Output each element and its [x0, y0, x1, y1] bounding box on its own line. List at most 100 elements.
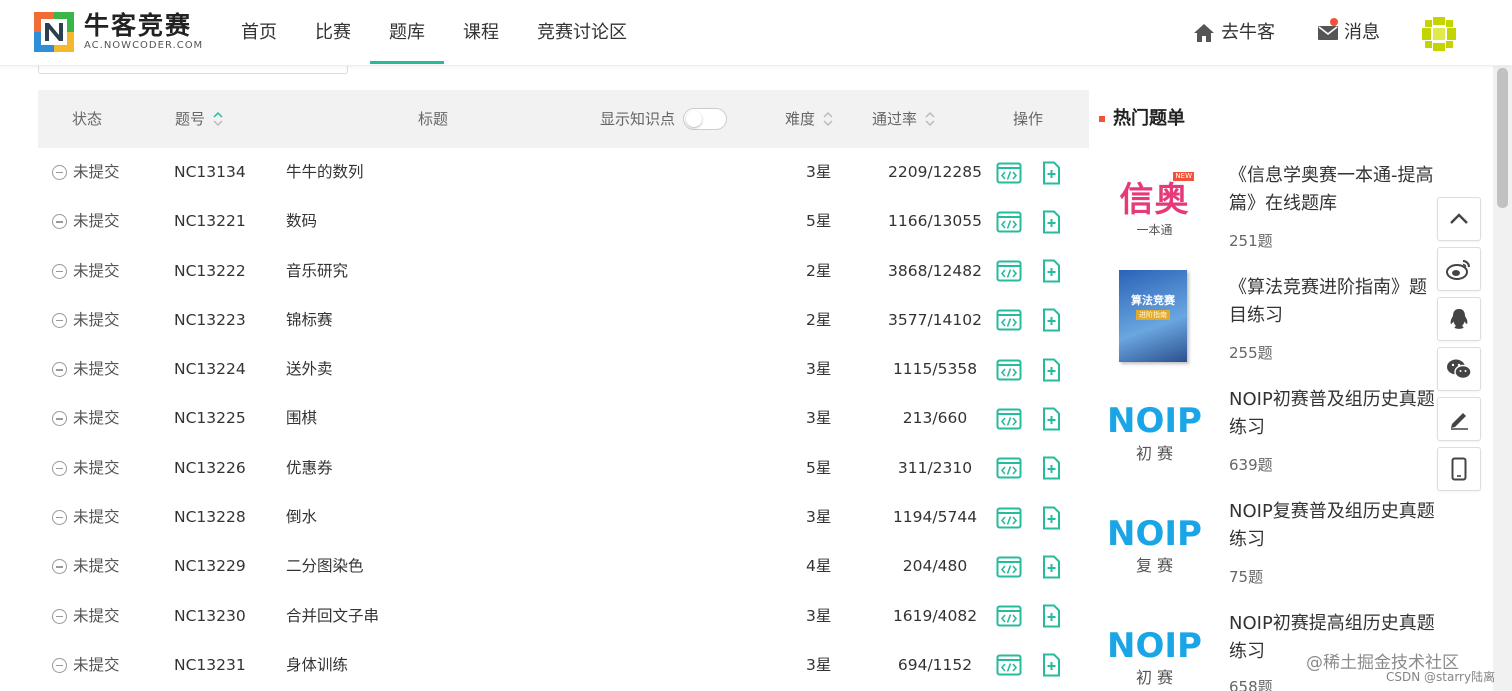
code-editor-icon[interactable] [996, 604, 1022, 628]
table-row[interactable]: 未提交 NC13230 合并回文子串 3星 1619/4082 [38, 592, 1089, 641]
brand-logo[interactable]: 牛客竞赛 AC.NOWCODER.COM [34, 12, 203, 52]
header-id[interactable]: 题号 [175, 90, 223, 148]
mobile-app-button[interactable] [1437, 447, 1481, 491]
row-problem-id[interactable]: NC13230 [174, 592, 246, 641]
row-problem-title[interactable]: 身体训练 [286, 641, 348, 690]
hot-cover-xinao: 信奥 NEW 一本通 [1107, 162, 1202, 257]
nav-discussion[interactable]: 竞赛讨论区 [518, 0, 646, 66]
code-editor-icon[interactable] [996, 407, 1022, 431]
add-to-list-icon[interactable] [1038, 456, 1064, 480]
row-problem-title[interactable]: 送外卖 [286, 345, 333, 394]
user-avatar[interactable] [1420, 15, 1458, 53]
row-problem-title[interactable]: 合并回文子串 [286, 592, 379, 641]
nav-contests[interactable]: 比赛 [296, 0, 370, 66]
row-problem-title[interactable]: 倒水 [286, 493, 317, 542]
add-to-list-icon[interactable] [1038, 555, 1064, 579]
hot-list-name[interactable]: NOIP复赛普及组历史真题练习 [1229, 498, 1439, 554]
code-editor-icon[interactable] [996, 161, 1022, 185]
go-nowcoder-link[interactable]: 去牛客 [1193, 0, 1275, 66]
add-to-list-icon[interactable] [1038, 308, 1064, 332]
hot-list-name[interactable]: NOIP初赛普及组历史真题练习 [1229, 386, 1439, 442]
row-problem-id[interactable]: NC13222 [174, 247, 246, 296]
row-problem-id[interactable]: NC13229 [174, 542, 246, 591]
code-editor-icon[interactable] [996, 506, 1022, 530]
row-problem-id[interactable]: NC13225 [174, 394, 246, 443]
hot-list-item[interactable]: NOIP 复 赛 NOIP复赛普及组历史真题练习 75题 [1099, 498, 1439, 608]
row-problem-title[interactable]: 围棋 [286, 394, 317, 443]
row-actions [996, 592, 1064, 641]
code-editor-icon[interactable] [996, 653, 1022, 677]
table-row[interactable]: 未提交 NC13134 牛牛的数列 3星 2209/12285 [38, 148, 1089, 197]
code-editor-icon[interactable] [996, 358, 1022, 382]
add-to-list-icon[interactable] [1038, 506, 1064, 530]
nav-home[interactable]: 首页 [222, 0, 296, 66]
row-problem-id[interactable]: NC13226 [174, 444, 246, 493]
code-editor-icon[interactable] [996, 210, 1022, 234]
add-to-list-icon[interactable] [1038, 259, 1064, 283]
add-to-list-icon[interactable] [1038, 653, 1064, 677]
code-editor-icon[interactable] [996, 555, 1022, 579]
add-to-list-icon[interactable] [1038, 407, 1064, 431]
row-problem-id[interactable]: NC13224 [174, 345, 246, 394]
hot-list-item[interactable]: 算法竞赛 进阶指南 《算法竞赛进阶指南》题目练习 255题 [1099, 270, 1439, 384]
row-problem-id[interactable]: NC13228 [174, 493, 246, 542]
hot-list-item[interactable]: NOIP 初 赛 NOIP初赛普及组历史真题练习 639题 [1099, 386, 1439, 496]
row-problem-id[interactable]: NC13223 [174, 296, 246, 345]
nav-problem-bank[interactable]: 题库 [370, 0, 444, 66]
row-problem-title[interactable]: 数码 [286, 197, 317, 246]
add-to-list-icon[interactable] [1038, 210, 1064, 234]
row-actions [996, 197, 1064, 246]
share-weibo-button[interactable] [1437, 247, 1481, 291]
row-status: 未提交 [52, 493, 120, 542]
header-difficulty[interactable]: 难度 [785, 90, 833, 148]
knowledge-toggle-switch[interactable] [683, 108, 728, 130]
row-problem-title[interactable]: 优惠券 [286, 444, 333, 493]
hot-list-item[interactable]: 信奥 NEW 一本通 《信息学奥赛一本通-提高篇》在线题库 251题 [1099, 162, 1439, 272]
table-row[interactable]: 未提交 NC13224 送外卖 3星 1115/5358 [38, 345, 1089, 394]
not-submitted-icon [52, 411, 67, 427]
table-row[interactable]: 未提交 NC13223 锦标赛 2星 3577/14102 [38, 296, 1089, 345]
add-to-list-icon[interactable] [1038, 358, 1064, 382]
nav-courses[interactable]: 课程 [444, 0, 518, 66]
table-row[interactable]: 未提交 NC13226 优惠券 5星 311/2310 [38, 444, 1089, 493]
share-wechat-button[interactable] [1437, 347, 1481, 391]
messages-link[interactable]: 消息 [1318, 0, 1380, 66]
feedback-edit-icon [1451, 413, 1468, 430]
row-problem-id[interactable]: NC13134 [174, 148, 246, 197]
hot-problem-lists: 热门题单 信奥 NEW 一本通 《信息学奥赛一本通-提高篇》在线题库 251题 … [1099, 90, 1439, 691]
table-body: 未提交 NC13134 牛牛的数列 3星 2209/12285 未提交 NC13… [38, 148, 1089, 690]
row-difficulty: 3星 [806, 655, 832, 674]
hot-list-name[interactable]: 《信息学奥赛一本通-提高篇》在线题库 [1229, 162, 1439, 218]
row-problem-title[interactable]: 牛牛的数列 [286, 148, 364, 197]
back-to-top-button[interactable] [1437, 197, 1481, 241]
row-problem-title[interactable]: 二分图染色 [286, 542, 364, 591]
row-problem-title[interactable]: 音乐研究 [286, 247, 348, 296]
row-difficulty: 5星 [806, 458, 832, 477]
add-to-list-icon[interactable] [1038, 604, 1064, 628]
header-pass-rate[interactable]: 通过率 [872, 90, 935, 148]
scrollbar-thumb[interactable] [1497, 68, 1508, 208]
table-row[interactable]: 未提交 NC13228 倒水 3星 1194/5744 [38, 493, 1089, 542]
nowcoder-logo-icon [34, 12, 74, 52]
code-editor-icon[interactable] [996, 456, 1022, 480]
code-editor-icon[interactable] [996, 259, 1022, 283]
hot-list-count: 255题 [1229, 344, 1273, 362]
page: 牛客竞赛 AC.NOWCODER.COM 首页 比赛 题库 课程 竞赛讨论区 去… [0, 0, 1512, 691]
share-qq-button[interactable] [1437, 297, 1481, 341]
code-editor-icon[interactable] [996, 308, 1022, 332]
table-row[interactable]: 未提交 NC13222 音乐研究 2星 3868/12482 [38, 247, 1089, 296]
row-problem-title[interactable]: 锦标赛 [286, 296, 333, 345]
add-to-list-icon[interactable] [1038, 161, 1064, 185]
table-row[interactable]: 未提交 NC13231 身体训练 3星 694/1152 [38, 641, 1089, 690]
row-actions [996, 247, 1064, 296]
table-row[interactable]: 未提交 NC13229 二分图染色 4星 204/480 [38, 542, 1089, 591]
row-problem-id[interactable]: NC13221 [174, 197, 246, 246]
feedback-button[interactable] [1437, 397, 1481, 441]
page-scrollbar[interactable] [1493, 66, 1512, 691]
table-row[interactable]: 未提交 NC13225 围棋 3星 213/660 [38, 394, 1089, 443]
table-row[interactable]: 未提交 NC13221 数码 5星 1166/13055 [38, 197, 1089, 246]
hot-list-name[interactable]: 《算法竞赛进阶指南》题目练习 [1229, 274, 1439, 330]
row-problem-id[interactable]: NC13231 [174, 641, 246, 690]
watermark-csdn: CSDN @starry陆离 [1386, 670, 1496, 684]
hot-cover-algo-book: 算法竞赛 进阶指南 [1119, 270, 1187, 362]
